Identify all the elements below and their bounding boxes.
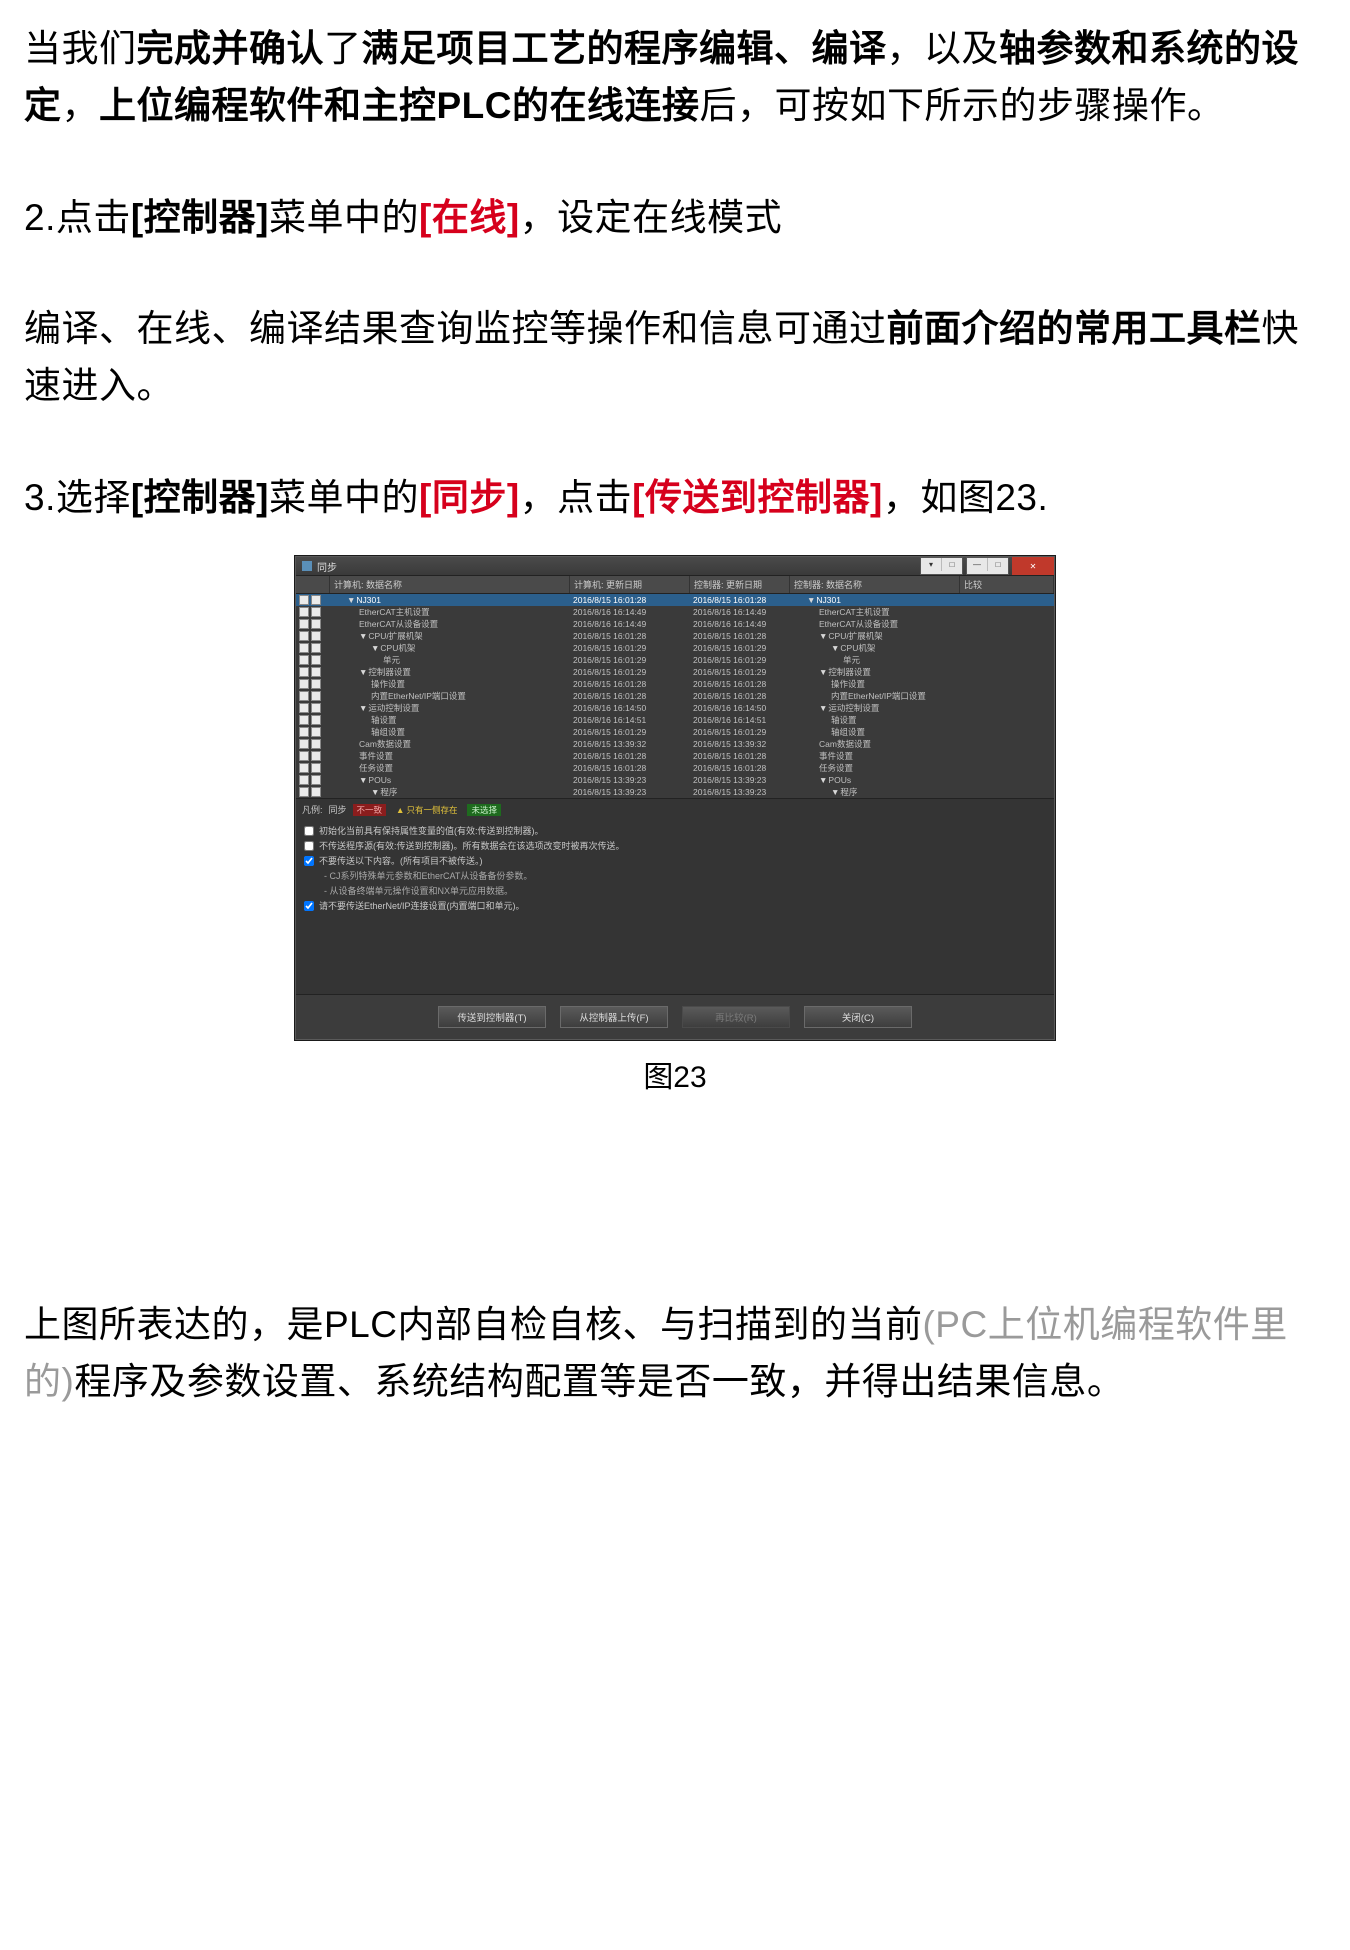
column-headers: 计算机: 数据名称 计算机: 更新日期 控制器: 更新日期 控制器: 数据名称 … bbox=[296, 576, 1054, 594]
window-secondary-controls[interactable]: ▾□ bbox=[920, 557, 963, 575]
table-row[interactable]: ▼运动控制设置2016/8/16 16:14:502016/8/16 16:14… bbox=[296, 702, 1054, 714]
minimize-icon: — bbox=[967, 558, 987, 571]
table-row[interactable]: 轴组设置2016/8/15 16:01:292016/8/15 16:01:29… bbox=[296, 726, 1054, 738]
legend-bar: 凡例: 同步 不一致 只有一侧存在 未选择 bbox=[296, 798, 1054, 820]
legend-unselected: 未选择 bbox=[467, 804, 501, 816]
options-panel: 初始化当前具有保持属性变量的值(有效:传送到控制器)。 不传送程序源(有效:传送… bbox=[296, 820, 1054, 924]
transfer-to-controller-button[interactable]: 传送到控制器(T) bbox=[438, 1006, 546, 1028]
maximize-icon: □ bbox=[987, 558, 1008, 571]
table-row[interactable]: 轴设置2016/8/16 16:14:512016/8/16 16:14:51轴… bbox=[296, 714, 1054, 726]
upload-from-controller-button[interactable]: 从控制器上传(F) bbox=[560, 1006, 668, 1028]
table-row[interactable]: ▼POUs2016/8/15 13:39:232016/8/15 13:39:2… bbox=[296, 774, 1054, 786]
table-row[interactable]: Cam数据设置2016/8/15 13:39:322016/8/15 13:39… bbox=[296, 738, 1054, 750]
figure-caption: 图23 bbox=[24, 1052, 1326, 1096]
opt-skip-following[interactable]: 不要传送以下内容。(所有项目不被传送。) bbox=[304, 854, 1046, 869]
dialog-footer: 传送到控制器(T) 从控制器上传(F) 再比较(R) 关闭(C) bbox=[296, 994, 1054, 1039]
intro-paragraph: 当我们完成并确认了满足项目工艺的程序编辑、编译，以及轴参数和系统的设定，上位编程… bbox=[24, 20, 1326, 135]
tree-rows[interactable]: ▼NJ3012016/8/15 16:01:282016/8/15 16:01:… bbox=[296, 594, 1054, 798]
table-row[interactable]: 操作设置2016/8/15 16:01:282016/8/15 16:01:28… bbox=[296, 678, 1054, 690]
table-row[interactable]: 单元2016/8/15 16:01:292016/8/15 16:01:29单元 bbox=[296, 654, 1054, 666]
opt-skip-eip[interactable]: 请不要传送EtherNet/IP连接设置(内置端口和单元)。 bbox=[304, 899, 1046, 914]
close-dialog-button[interactable]: 关闭(C) bbox=[804, 1006, 912, 1028]
table-row[interactable]: ▼程序2016/8/15 13:39:232016/8/15 13:39:23▼… bbox=[296, 786, 1054, 798]
table-row[interactable]: EtherCAT主机设置2016/8/16 16:14:492016/8/16 … bbox=[296, 606, 1054, 618]
table-row[interactable]: ▼CPU/扩展机架2016/8/15 16:01:282016/8/15 16:… bbox=[296, 630, 1054, 642]
table-row[interactable]: 事件设置2016/8/15 16:01:282016/8/15 16:01:28… bbox=[296, 750, 1054, 762]
dialog-title: 同步 bbox=[317, 559, 920, 574]
close-button[interactable]: ✕ bbox=[1012, 557, 1054, 575]
table-row[interactable]: EtherCAT从设备设置2016/8/16 16:14:492016/8/16… bbox=[296, 618, 1054, 630]
table-row[interactable]: ▼CPU机架2016/8/15 16:01:292016/8/15 16:01:… bbox=[296, 642, 1054, 654]
opt-init-retain[interactable]: 初始化当前具有保持属性变量的值(有效:传送到控制器)。 bbox=[304, 824, 1046, 839]
explanation-paragraph: 上图所表达的，是PLC内部自检自核、与扫描到的当前(PC上位机编程软件里的)程序… bbox=[24, 1296, 1326, 1411]
window-min-max[interactable]: —□ bbox=[966, 557, 1009, 575]
step-2: 2.点击[控制器]菜单中的[在线]，设定在线模式 bbox=[24, 189, 1326, 246]
app-icon bbox=[302, 561, 312, 571]
table-row[interactable]: ▼NJ3012016/8/15 16:01:282016/8/15 16:01:… bbox=[296, 594, 1054, 606]
sync-dialog: 同步 ▾□ —□ ✕ 计算机: 数据名称 计算机: 更新日期 控制器: 更新日期… bbox=[295, 556, 1055, 1040]
legend-one-side: 只有一侧存在 bbox=[392, 804, 461, 816]
legend-mismatch: 不一致 bbox=[353, 804, 387, 816]
toolbar-note: 编译、在线、编译结果查询监控等操作和信息可通过前面介绍的常用工具栏快速进入。 bbox=[24, 300, 1326, 415]
table-row[interactable]: 内置EtherNet/IP端口设置2016/8/15 16:01:282016/… bbox=[296, 690, 1054, 702]
table-row[interactable]: ▼控制器设置2016/8/15 16:01:292016/8/15 16:01:… bbox=[296, 666, 1054, 678]
recompare-button[interactable]: 再比较(R) bbox=[682, 1006, 790, 1028]
step-3: 3.选择[控制器]菜单中的[同步]，点击[传送到控制器]，如图23. bbox=[24, 469, 1326, 526]
table-row[interactable]: 任务设置2016/8/15 16:01:282016/8/15 16:01:28… bbox=[296, 762, 1054, 774]
opt-no-source[interactable]: 不传送程序源(有效:传送到控制器)。所有数据会在该选项改变时被再次传送。 bbox=[304, 839, 1046, 854]
dialog-titlebar[interactable]: 同步 ▾□ —□ ✕ bbox=[296, 557, 1054, 576]
